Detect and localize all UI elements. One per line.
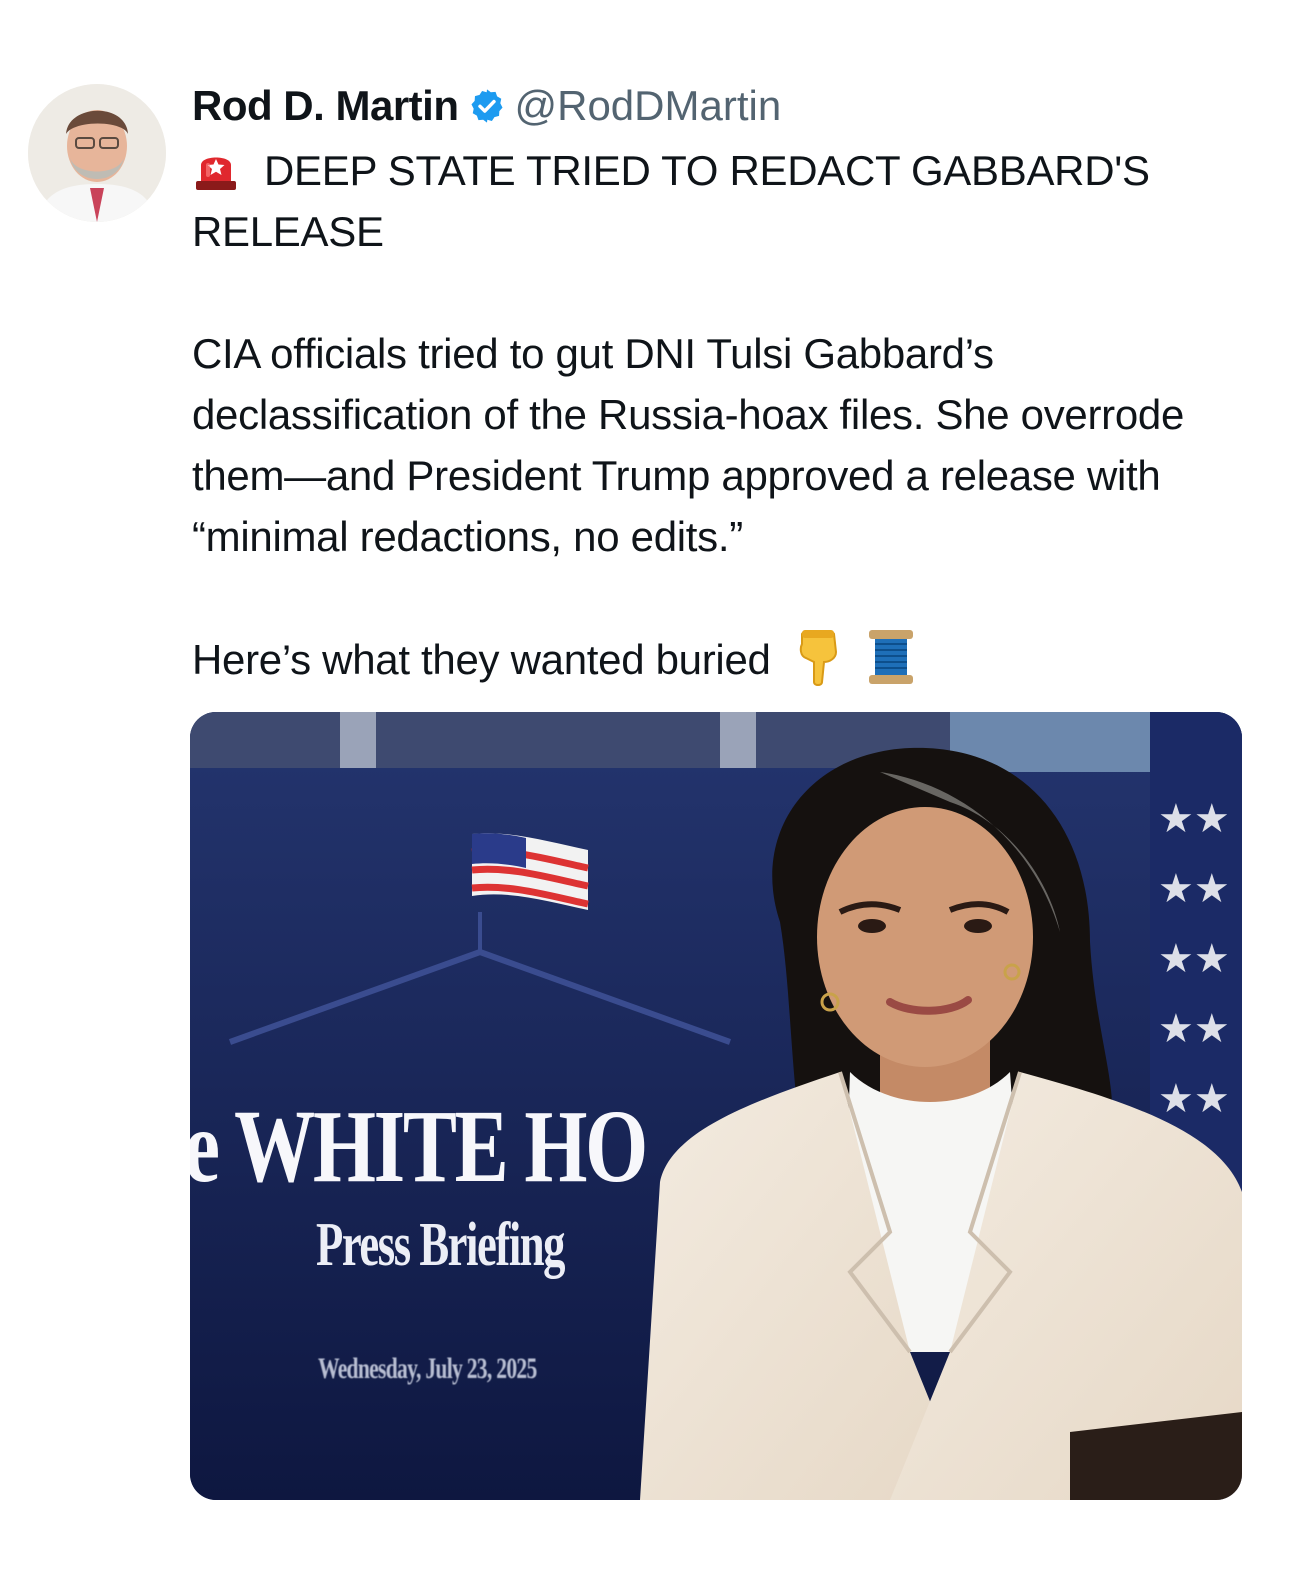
author-display-name[interactable]: Rod D. Martin xyxy=(192,82,459,130)
backdrop-date: Wednesday, July 23, 2025 xyxy=(318,1352,537,1385)
svg-text:★★: ★★ xyxy=(1158,936,1230,982)
author-avatar[interactable] xyxy=(28,84,166,222)
tweet-paragraph: CIA officials tried to gut DNI Tulsi Gab… xyxy=(192,330,1185,560)
pointing-down-icon xyxy=(792,628,844,686)
headline-text: DEEP STATE TRIED TO REDACT GABBARD'S REL… xyxy=(192,147,1150,255)
thread-spool-icon xyxy=(865,628,917,686)
author-handle[interactable]: @RodDMartin xyxy=(514,82,781,130)
tweet-header: Rod D. Martin @RodDMartin xyxy=(192,78,1262,134)
police-light-icon xyxy=(192,145,240,193)
tweet-closing: Here’s what they wanted buried xyxy=(192,628,1262,690)
svg-text:★★: ★★ xyxy=(1158,866,1230,912)
backdrop-subtitle: Press Briefing xyxy=(316,1211,565,1279)
svg-text:★★: ★★ xyxy=(1158,1006,1230,1052)
svg-text:★★: ★★ xyxy=(1158,1076,1230,1122)
closing-text: Here’s what they wanted buried xyxy=(192,636,771,683)
backdrop-title: e WHITE HO xyxy=(190,1089,648,1204)
tweet-headline: DEEP STATE TRIED TO REDACT GABBARD'S REL… xyxy=(192,140,1262,262)
tweet-media-photo[interactable]: ★★ ★★ ★★ ★★ ★★ e WHITE HO Press Briefing… xyxy=(190,712,1242,1500)
svg-text:★★: ★★ xyxy=(1158,796,1230,842)
tweet-body: Rod D. Martin @RodDMartin DEEP STATE TRI… xyxy=(192,78,1262,690)
verified-badge-icon xyxy=(468,87,506,125)
avatar-photo xyxy=(28,84,166,222)
